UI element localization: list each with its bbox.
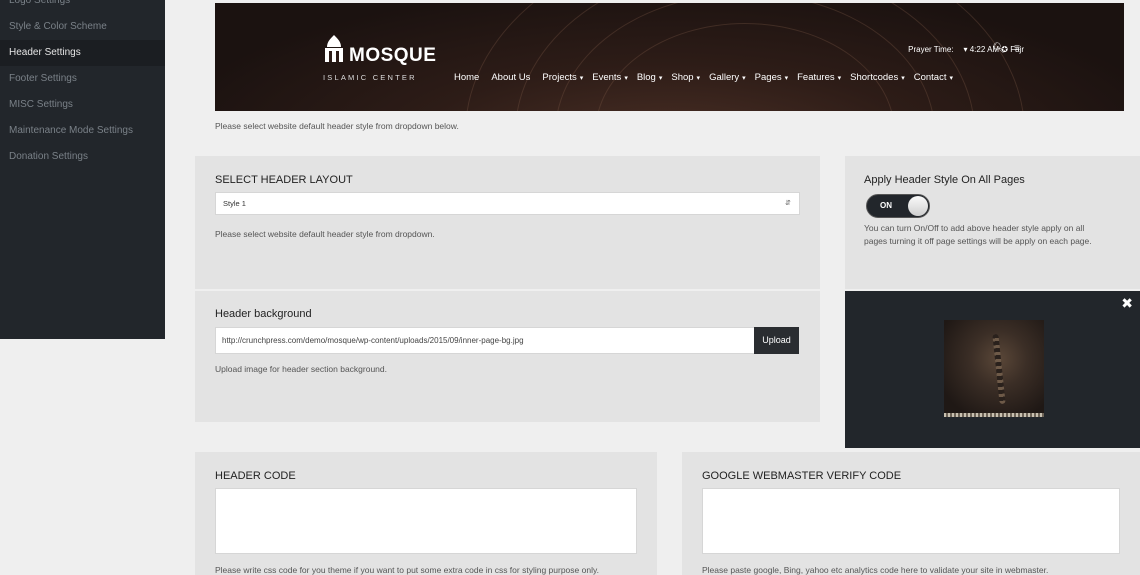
toggle-knob xyxy=(908,196,928,216)
header-background-help: Upload image for header section backgrou… xyxy=(215,364,387,374)
updown-arrows-icon: ⇵ xyxy=(785,200,791,207)
header-layout-select[interactable]: Style 1 ⇵ xyxy=(215,192,800,215)
header-layout-selected: Style 1 xyxy=(223,199,246,208)
sidebar-item-header[interactable]: Header Settings xyxy=(0,40,165,66)
sidebar-item-maintenance[interactable]: Maintenance Mode Settings xyxy=(0,118,165,144)
header-layout-panel: SELECT HEADER LAYOUT Style 1 ⇵ Please se… xyxy=(195,156,820,289)
nav-item: About Us xyxy=(491,72,531,83)
prayer-beads-image xyxy=(992,333,1006,405)
sidebar-item-style-color[interactable]: Style & Color Scheme xyxy=(0,14,165,40)
header-code-panel: HEADER CODE Please write css code for yo… xyxy=(195,452,657,575)
webmaster-code-textarea[interactable] xyxy=(702,488,1120,554)
thumbnail-strip xyxy=(944,413,1044,417)
nav-item: Blog ▾ xyxy=(636,72,663,83)
header-background-title: Header background xyxy=(215,308,312,320)
header-layout-help: Please select website default header sty… xyxy=(215,229,435,239)
prayer-label: Prayer Time: xyxy=(908,45,954,54)
header-background-url-input[interactable]: http://crunchpress.com/demo/mosque/wp-co… xyxy=(215,327,755,354)
sidebar-item-donation[interactable]: Donation Settings xyxy=(0,144,165,170)
nav-item: Contact ▾ xyxy=(913,72,953,83)
sidebar-item-footer[interactable]: Footer Settings xyxy=(0,66,165,92)
logo-title: MOSQUE xyxy=(349,45,437,66)
webmaster-title: GOOGLE WEBMASTER VERIFY CODE xyxy=(702,470,902,482)
header-code-textarea[interactable] xyxy=(215,488,637,554)
preview-nav: Home About Us Projects ▾ Events ▾ Blog ▾ Sh… xyxy=(454,72,962,83)
preview-header-icons: 🔍︎ ≡ xyxy=(983,43,1020,54)
settings-sidebar: Logo Settings Style & Color Scheme Heade… xyxy=(0,0,165,339)
background-thumbnail xyxy=(944,320,1044,417)
header-code-help: Please write css code for you theme if y… xyxy=(215,565,599,575)
header-style-help: Please select website default header sty… xyxy=(215,121,459,131)
nav-item: Home xyxy=(454,72,480,83)
webmaster-panel: GOOGLE WEBMASTER VERIFY CODE Please past… xyxy=(682,452,1140,575)
webmaster-help: Please paste google, Bing, yahoo etc ana… xyxy=(702,565,1049,575)
logo-subtitle: ISLAMIC CENTER xyxy=(323,73,417,82)
search-icon: 🔍︎ xyxy=(992,43,1006,54)
header-layout-title: SELECT HEADER LAYOUT xyxy=(215,174,353,186)
header-background-panel: Header background http://crunchpress.com… xyxy=(195,291,820,422)
background-image-preview: ✖ xyxy=(845,291,1140,448)
apply-all-toggle[interactable]: ON xyxy=(866,194,930,218)
sidebar-item-logo[interactable]: Logo Settings xyxy=(0,0,165,14)
header-code-title: HEADER CODE xyxy=(215,470,296,482)
header-style-preview[interactable]: MOSQUE ISLAMIC CENTER Prayer Time: ▾ 4:22… xyxy=(215,3,1124,111)
apply-all-panel: Apply Header Style On All Pages ON You c… xyxy=(845,156,1140,289)
apply-all-help: You can turn On/Off to add above header … xyxy=(864,223,1092,246)
menu-icon: ≡ xyxy=(1014,43,1020,54)
nav-item: Features ▾ xyxy=(797,72,842,83)
apply-all-title: Apply Header Style On All Pages xyxy=(864,174,1025,186)
nav-item: Pages ▾ xyxy=(754,72,789,83)
nav-item: Projects ▾ xyxy=(542,72,584,83)
nav-item: Shortcodes ▾ xyxy=(850,72,905,83)
sidebar-item-misc[interactable]: MISC Settings xyxy=(0,92,165,118)
toggle-state-label: ON xyxy=(880,201,892,210)
preview-bg-arc xyxy=(465,3,1025,111)
nav-item: Gallery ▾ xyxy=(709,72,746,83)
close-icon[interactable]: ✖ xyxy=(1121,295,1133,312)
nav-item: Shop ▾ xyxy=(671,72,701,83)
nav-item: Events ▾ xyxy=(592,72,628,83)
mosque-logo-icon xyxy=(325,35,343,62)
upload-button[interactable]: Upload xyxy=(754,327,799,354)
